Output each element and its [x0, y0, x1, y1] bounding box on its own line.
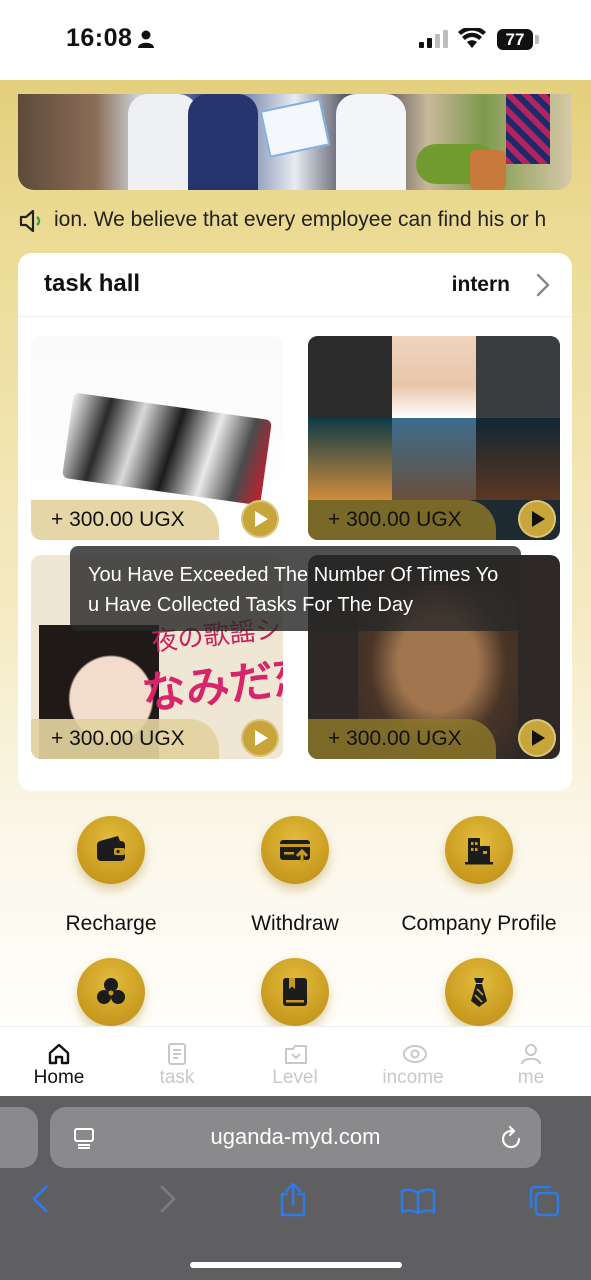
tie-icon — [445, 958, 513, 1026]
previous-tab-preview[interactable] — [0, 1107, 38, 1168]
task-hall-more-link[interactable]: intern — [452, 273, 510, 297]
task-card[interactable]: + 300.00 UGX — [308, 336, 560, 540]
level-icon — [285, 1045, 307, 1064]
battery-icon: 77 — [497, 29, 533, 50]
bookmarks-icon[interactable] — [400, 1188, 436, 1214]
play-icon — [532, 511, 545, 527]
withdraw-card-icon — [261, 816, 329, 884]
play-icon — [255, 511, 268, 527]
task-price: + 300.00 UGX — [31, 719, 219, 759]
notice-text: ion. We believe that every employee can … — [54, 208, 547, 231]
tab-me[interactable]: me — [472, 1027, 590, 1097]
tab-home[interactable]: Home — [0, 1027, 118, 1097]
building-icon — [445, 816, 513, 884]
recharge-label: Recharge — [65, 912, 157, 935]
home-indicator[interactable] — [190, 1262, 402, 1268]
battery-tip — [535, 35, 539, 44]
tab-task[interactable]: task — [118, 1027, 236, 1097]
play-button[interactable] — [518, 500, 556, 538]
tab-level-label: Level — [272, 1067, 318, 1088]
forward-icon[interactable] — [158, 1184, 178, 1214]
status-bar: 16:08 77 — [0, 0, 591, 80]
status-time: 16:08 — [66, 24, 133, 52]
book-icon — [261, 958, 329, 1026]
task-price: + 300.00 UGX — [308, 719, 496, 759]
tab-income[interactable]: income — [354, 1027, 472, 1097]
withdraw-label: Withdraw — [251, 912, 339, 935]
bottom-tab-bar: Home task Level income me — [0, 1026, 591, 1096]
eye-icon — [403, 1045, 427, 1063]
task-card[interactable]: + 300.00 UGX — [31, 336, 283, 540]
task-hall-header: task hall intern — [18, 253, 572, 317]
wallet-icon — [77, 816, 145, 884]
limit-toast: You Have Exceeded The Number Of Times Yo… — [70, 546, 521, 631]
wifi-icon — [458, 28, 486, 48]
chevron-right-icon[interactable] — [536, 273, 550, 297]
reload-icon[interactable] — [499, 1125, 523, 1151]
tab-task-label: task — [159, 1067, 195, 1088]
banner-image[interactable] — [18, 94, 572, 190]
play-icon — [255, 730, 268, 746]
person-icon — [138, 30, 154, 48]
home-icon — [48, 1043, 70, 1065]
tab-me-label: me — [517, 1067, 545, 1088]
tabs-icon[interactable] — [527, 1184, 561, 1218]
url-text: uganda-myd.com — [210, 1124, 381, 1149]
task-hall-title: task hall — [44, 270, 141, 297]
tab-level[interactable]: Level — [236, 1027, 354, 1097]
speaker-icon — [19, 209, 41, 233]
task-price: + 300.00 UGX — [308, 500, 496, 540]
tab-home-label: Home — [33, 1067, 85, 1088]
play-button[interactable] — [241, 500, 279, 538]
play-button[interactable] — [241, 719, 279, 757]
address-bar[interactable]: uganda-myd.com — [50, 1107, 541, 1168]
quick-actions: Recharge Withdraw Company Profile — [0, 816, 591, 1026]
circles-icon — [77, 958, 145, 1026]
task-hall-panel: task hall intern + 300.00 UGX + 300.00 U… — [18, 253, 572, 791]
back-icon[interactable] — [30, 1184, 50, 1214]
certificate-graphic — [259, 98, 331, 158]
user-icon — [521, 1044, 541, 1065]
task-price: + 300.00 UGX — [31, 500, 219, 540]
play-button[interactable] — [518, 719, 556, 757]
notice-marquee: ion. We believe that every employee can … — [18, 204, 568, 240]
document-icon — [168, 1043, 186, 1065]
cellular-signal-icon — [419, 30, 448, 48]
share-icon[interactable] — [278, 1182, 308, 1218]
tab-income-label: income — [382, 1067, 444, 1088]
company-profile-label: Company Profile — [401, 912, 557, 935]
play-icon — [532, 730, 545, 746]
task-thumbnail — [61, 392, 273, 506]
browser-toolbar: uganda-myd.com — [0, 1096, 591, 1280]
